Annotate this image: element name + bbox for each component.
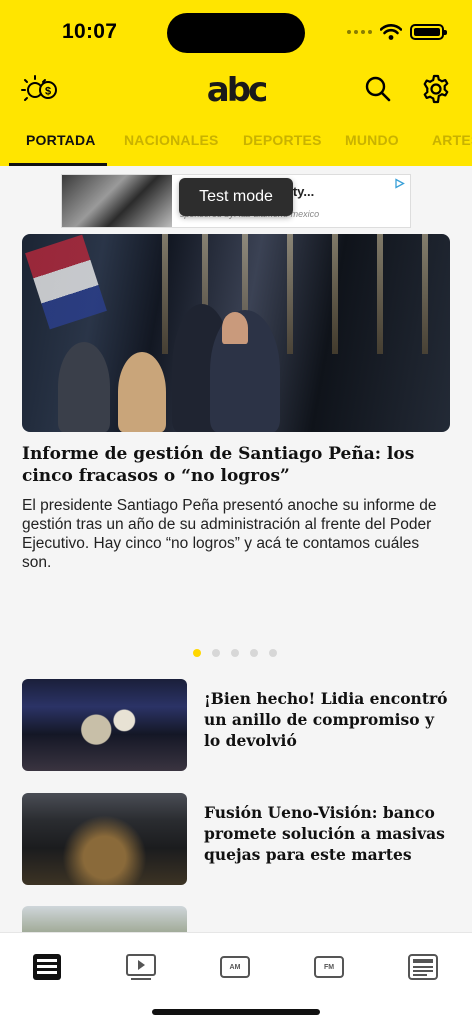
home-indicator[interactable] — [152, 1009, 320, 1015]
digital-edition-icon[interactable] — [407, 953, 439, 981]
sun-currency-icon[interactable]: $ — [20, 72, 60, 106]
list-item[interactable]: Fusión Ueno-Visión: banco promete soluci… — [22, 793, 452, 885]
tab-portada[interactable]: PORTADA — [26, 132, 96, 148]
tab-artes[interactable]: ARTES — [432, 132, 472, 148]
newspaper-icon[interactable] — [31, 953, 63, 981]
active-tab-indicator — [9, 163, 107, 166]
hero-headline[interactable]: Informe de gestión de Santiago Peña: los… — [22, 443, 452, 487]
article-title[interactable]: Fusión Ueno-Visión: banco promete soluci… — [204, 802, 454, 865]
carousel-dot[interactable] — [250, 649, 258, 657]
abc-logo[interactable]: abc — [199, 70, 273, 110]
hero-summary: El presidente Santiago Peña presentó ano… — [22, 497, 437, 571]
status-time: 10:07 — [62, 20, 118, 43]
ad-image — [62, 175, 172, 227]
carousel-dot[interactable] — [212, 649, 220, 657]
app-header: 10:07 $ abc PORTADA NACIONALES DEPORTES … — [0, 0, 472, 166]
signal-dots-icon — [347, 30, 372, 34]
video-player-icon[interactable] — [125, 953, 157, 981]
carousel-dot[interactable] — [231, 649, 239, 657]
article-title[interactable]: ¡Bien hecho! Lidia encontró un anillo de… — [204, 688, 454, 751]
svg-text:$: $ — [45, 86, 51, 98]
carousel-pager — [193, 649, 277, 657]
tab-deportes[interactable]: DEPORTES — [243, 132, 322, 148]
article-thumbnail — [22, 679, 187, 771]
article-thumbnail — [22, 793, 187, 885]
carousel-dot[interactable] — [193, 649, 201, 657]
radio-am-label: AM — [229, 963, 241, 971]
radio-fm-label: FM — [323, 963, 335, 971]
radio-fm-icon[interactable]: FM — [313, 953, 345, 981]
test-mode-toast: Test mode — [179, 178, 293, 216]
search-icon[interactable] — [363, 74, 393, 104]
battery-icon — [410, 24, 447, 40]
carousel-dot[interactable] — [269, 649, 277, 657]
tab-mundo[interactable]: MUNDO — [345, 132, 399, 148]
svg-text:abc: abc — [207, 76, 266, 104]
tab-nacionales[interactable]: NACIONALES — [124, 132, 219, 148]
radio-am-icon[interactable]: AM — [219, 953, 251, 981]
gear-icon[interactable] — [420, 73, 452, 105]
dynamic-island — [167, 13, 305, 53]
status-indicators — [347, 22, 447, 42]
wifi-icon — [380, 24, 402, 40]
hero-image[interactable] — [22, 234, 450, 432]
section-tabs: PORTADA NACIONALES DEPORTES MUNDO ARTES — [0, 122, 472, 166]
adchoices-icon[interactable] — [394, 178, 405, 189]
list-item[interactable]: ¡Bien hecho! Lidia encontró un anillo de… — [22, 679, 452, 771]
